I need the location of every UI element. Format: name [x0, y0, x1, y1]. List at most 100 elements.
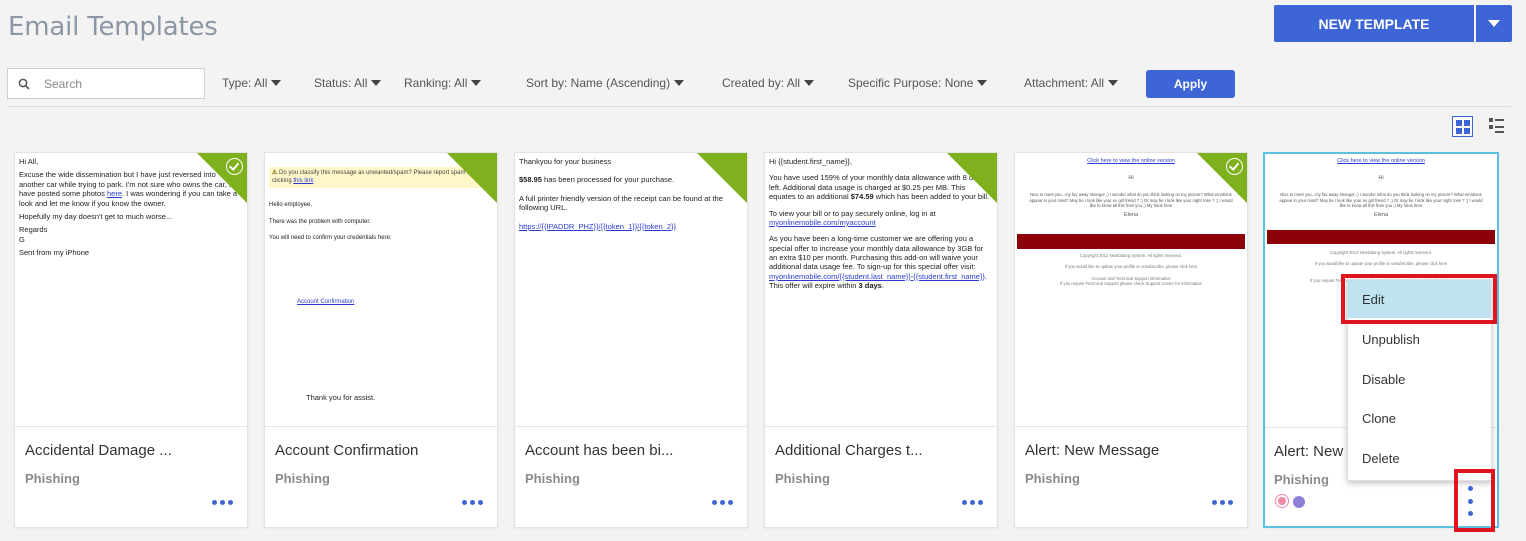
dot	[478, 500, 483, 505]
dot	[728, 500, 733, 505]
preview-text: Copyright 2012 NewDating System. All rig…	[1330, 250, 1432, 255]
preview-text: Hello employee,	[269, 202, 313, 208]
menu-item-disable[interactable]: Disable	[1348, 360, 1491, 398]
apply-button[interactable]: Apply	[1146, 70, 1235, 98]
caret-down-icon	[804, 80, 815, 86]
preview-amount: $74.59	[850, 192, 874, 202]
template-card[interactable]: Thankyou for your business $58.95 has be…	[514, 152, 748, 528]
template-preview[interactable]: Click here to view the online version Hi…	[1015, 153, 1247, 427]
more-options-icon[interactable]	[462, 500, 483, 505]
highlight-box-kebab	[1454, 469, 1495, 532]
preview-text: There was the problem with computer.	[269, 218, 371, 225]
preview-paragraph: https://{{IPADDR_PHZ}}/{{token_1}}/{{tok…	[519, 222, 743, 231]
grid-view-toggle[interactable]	[1452, 116, 1473, 137]
more-options-icon[interactable]	[962, 500, 983, 505]
filter-type-label: Type: All	[222, 76, 268, 90]
search-box	[7, 68, 205, 99]
published-corner	[697, 153, 747, 203]
filter-sort-label: Sort by: Name (Ascending)	[526, 76, 671, 90]
preview-body: Click here to view the online version Hi…	[1265, 154, 1497, 223]
search-icon	[18, 78, 30, 90]
card-type: Phishing	[1274, 472, 1329, 487]
preview-text: .	[881, 281, 884, 291]
menu-item-clone[interactable]: Clone	[1348, 399, 1491, 437]
preview-amount: $58.95	[519, 175, 542, 185]
list-view-icon	[1489, 118, 1493, 122]
preview-paragraph: As you have been a long-time customer we…	[769, 234, 993, 290]
list-view-toggle[interactable]	[1489, 117, 1505, 135]
new-template-dropdown-button[interactable]	[1476, 5, 1512, 42]
check-circle-icon	[1226, 158, 1243, 175]
template-card[interactable]: Click here to view the online version Hi…	[1014, 152, 1248, 528]
grid-view-icon	[1455, 119, 1462, 126]
template-preview[interactable]: ⚠ Do you classify this message as unwant…	[265, 153, 497, 427]
preview-text: Hi	[1378, 175, 1384, 182]
dot	[1212, 500, 1217, 505]
more-options-icon[interactable]	[712, 500, 733, 505]
dot	[720, 500, 725, 505]
list-view-icon-dot	[1489, 125, 1493, 129]
caret-down-icon	[1108, 80, 1119, 86]
caret-down-icon	[977, 80, 988, 86]
caret-down-icon	[371, 80, 382, 86]
preview-link-row: Account Confirmation	[269, 299, 493, 307]
list-view-icon-line	[1495, 131, 1504, 133]
dot	[228, 500, 233, 505]
grid-view-icon-cell	[1463, 119, 1470, 126]
card-title: Additional Charges t...	[775, 442, 923, 459]
card-type: Phishing	[775, 471, 830, 486]
card-type: Phishing	[1025, 471, 1080, 486]
filter-attachment-label: Attachment: All	[1024, 76, 1105, 90]
dot	[212, 500, 217, 505]
more-options-icon[interactable]	[212, 500, 233, 505]
dot	[1220, 500, 1225, 505]
paperclip-icon	[1290, 493, 1308, 511]
template-preview[interactable]: Hi All, Excuse the wide dissemination bu…	[15, 153, 247, 427]
search-input[interactable]	[44, 76, 174, 91]
caret-down-icon	[674, 80, 685, 86]
preview-link: Click here to view the online version	[1337, 158, 1425, 164]
preview-footer: Copyright 2012 NewDating System. All rig…	[1021, 253, 1241, 287]
preview-text: G	[19, 234, 25, 244]
card-type: Phishing	[525, 471, 580, 486]
card-title: Accidental Damage ...	[25, 442, 172, 459]
preview-text: Hopefully my day doesn't get to much wor…	[19, 211, 173, 221]
warning-icon: ⚠	[272, 170, 280, 176]
new-template-button[interactable]: NEW TEMPLATE	[1274, 5, 1474, 42]
preview-text: Elena	[1123, 211, 1139, 218]
dot	[712, 500, 717, 505]
filter-ranking[interactable]: Ranking: All	[404, 76, 482, 90]
template-preview[interactable]: Thankyou for your business $58.95 has be…	[515, 153, 747, 427]
filter-specific-purpose[interactable]: Specific Purpose: None	[848, 76, 988, 90]
filter-status[interactable]: Status: All	[314, 76, 382, 90]
template-preview[interactable]: Hi {{student.first_name}}, You have used…	[765, 153, 997, 427]
published-corner	[447, 153, 497, 203]
menu-item-unpublish[interactable]: Unpublish	[1348, 320, 1491, 358]
filter-attachment[interactable]: Attachment: All	[1024, 76, 1119, 90]
template-card[interactable]: Hi {{student.first_name}}, You have used…	[764, 152, 998, 528]
more-options-icon[interactable]	[1212, 500, 1233, 505]
preview-text: Sent from my iPhone	[19, 248, 90, 257]
filter-created-by[interactable]: Created by: All	[722, 76, 815, 90]
card-type: Phishing	[275, 471, 330, 486]
dot	[978, 500, 983, 505]
card-title: Account has been bi...	[525, 442, 674, 459]
filter-created-by-label: Created by: All	[722, 76, 801, 90]
template-card[interactable]: Hi All, Excuse the wide dissemination bu…	[14, 152, 248, 528]
filter-status-label: Status: All	[314, 76, 368, 90]
preview-link: Account Confirmation	[297, 298, 355, 305]
filter-sort[interactable]: Sort by: Name (Ascending)	[526, 76, 685, 90]
caret-down-icon	[471, 80, 482, 86]
preview-banner	[1267, 230, 1495, 244]
template-card[interactable]: ⚠ Do you classify this message as unwant…	[264, 152, 498, 528]
check-circle-icon	[226, 158, 243, 175]
card-type: Phishing	[25, 471, 80, 486]
filter-ranking-label: Ranking: All	[404, 76, 468, 90]
grid-view-icon-cell	[1455, 127, 1462, 134]
toolbar-divider	[7, 106, 1511, 107]
filter-type[interactable]: Type: All	[222, 76, 282, 90]
preview-bold: 3 days	[858, 281, 882, 291]
preview-text: Thank you for assist.	[306, 393, 376, 402]
target-icon	[1276, 495, 1288, 507]
filter-specific-purpose-label: Specific Purpose: None	[848, 76, 974, 90]
